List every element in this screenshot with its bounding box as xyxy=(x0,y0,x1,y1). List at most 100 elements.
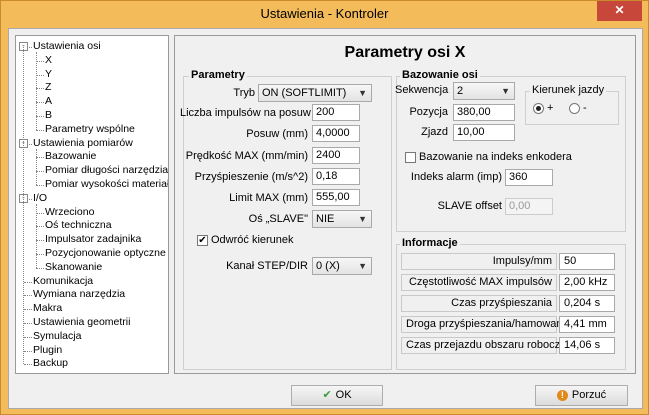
tree-connector xyxy=(24,364,32,366)
info-label: Czas przejazdu obszaru roboczego xyxy=(401,337,578,354)
kierunek-plus-label: + xyxy=(547,102,554,114)
predkosc-label: Prędkość MAX (mm/min) xyxy=(185,150,308,162)
tree-connector xyxy=(24,323,32,324)
zjazd-label: Zjazd xyxy=(421,126,448,138)
tree-connector xyxy=(36,60,44,62)
tree-item[interactable]: Backup xyxy=(33,357,68,370)
tree-item[interactable]: Pozycjonowanie optyczne xyxy=(45,247,166,260)
kanal-label: Kanał STEP/DIR xyxy=(226,260,308,272)
close-button[interactable]: ✕ xyxy=(597,1,642,21)
impulsy-field[interactable]: 200 xyxy=(312,104,360,121)
tree-connector xyxy=(24,336,32,338)
enkoder-checkbox[interactable] xyxy=(405,152,416,163)
tree-branch-line xyxy=(36,148,37,185)
tree-item[interactable]: Pomiar długości narzędzia xyxy=(45,164,168,177)
settings-tree[interactable]: Ustawienia osi - X Y Z A B Parametry wspólne Ust… xyxy=(15,35,169,374)
warning-icon: ! xyxy=(556,390,568,401)
info-value: 4,41 mm xyxy=(559,316,615,333)
tryb-select[interactable]: ON (SOFTLIMIT) ▼ xyxy=(258,84,372,102)
tree-connector xyxy=(36,240,44,242)
limit-field[interactable]: 555,00 xyxy=(312,189,360,206)
tree-connector xyxy=(24,295,32,297)
pozycja-field[interactable]: 380,00 xyxy=(453,104,515,121)
tree-connector xyxy=(36,226,44,228)
slave-offset-field[interactable]: 0,00 xyxy=(505,198,553,215)
kanal-value: 0 (X) xyxy=(316,260,340,272)
sekwencja-select[interactable]: 2 ▼ xyxy=(453,82,515,100)
enkoder-label: Bazowanie na indeks enkodera xyxy=(419,151,572,163)
kanal-select[interactable]: 0 (X) ▼ xyxy=(312,257,372,275)
ok-label: OK xyxy=(335,389,352,401)
tree-item[interactable]: Ustawienia osi xyxy=(33,40,101,53)
tree-item[interactable]: Komunikacja xyxy=(33,275,93,288)
informacje-group-label: Informacje xyxy=(400,237,460,249)
przyspieszenie-field[interactable]: 0,18 xyxy=(312,168,360,185)
info-value: 14,06 s xyxy=(559,337,615,354)
zjazd-field[interactable]: 10,00 xyxy=(453,124,515,141)
tree-item[interactable]: Wymiana narzędzia xyxy=(33,288,125,301)
impulsy-label: Liczba impulsów na posuw xyxy=(180,107,311,119)
chevron-down-icon: ▼ xyxy=(358,214,367,224)
odwroc-label: Odwróć kierunek xyxy=(211,234,294,246)
slave-value: NIE xyxy=(316,213,335,225)
window-title: Ustawienia - Kontroler xyxy=(260,6,389,21)
tree-item[interactable]: Oś techniczna xyxy=(45,219,112,232)
slave-offset-label: SLAVE offset xyxy=(437,200,502,212)
tree-item[interactable]: Skanowanie xyxy=(45,261,102,274)
info-label: Droga przyśpieszania/hamowania xyxy=(401,316,571,333)
predkosc-field[interactable]: 2400 xyxy=(312,147,360,164)
tree-connector xyxy=(36,171,44,173)
tree-connector xyxy=(36,116,44,117)
tree-item[interactable]: Impulsator zadajnika xyxy=(45,233,141,246)
info-label: Czas przyśpieszania xyxy=(401,295,557,312)
tree-item[interactable]: X xyxy=(45,54,52,67)
tree-item[interactable]: Parametry wspólne xyxy=(45,123,135,136)
tree-connector xyxy=(24,281,32,283)
info-label: Impulsy/mm xyxy=(401,253,557,270)
indeks-field[interactable]: 360 xyxy=(505,169,553,186)
tree-connector xyxy=(36,74,44,76)
bazowanie-group-label: Bazowanie osi xyxy=(400,69,480,81)
tree-connector xyxy=(36,212,44,214)
info-value: 0,204 s xyxy=(559,295,615,312)
tree-item[interactable]: Pomiar wysokości materiału xyxy=(45,178,168,191)
kierunek-plus-radio[interactable] xyxy=(533,103,544,114)
cancel-button[interactable]: ! Porzuć xyxy=(535,385,628,406)
odwroc-checkbox[interactable]: ✔ xyxy=(197,235,208,246)
settings-window: Ustawienia - Kontroler ✕ Ustawienia osi -… xyxy=(0,0,649,415)
sekwencja-label: Sekwencja xyxy=(395,84,449,96)
posuw-field[interactable]: 4,0000 xyxy=(312,125,360,142)
info-value: 50 xyxy=(559,253,615,270)
tree-connector xyxy=(36,129,44,131)
indeks-label: Indeks alarm (imp) xyxy=(410,171,502,183)
tree-connector xyxy=(36,157,44,159)
tree-item[interactable]: B xyxy=(45,109,52,122)
tree-item[interactable]: Ustawienia geometrii xyxy=(33,316,130,329)
tree-item[interactable]: Y xyxy=(45,68,52,81)
chevron-down-icon: ▼ xyxy=(358,261,367,271)
tree-branch-line xyxy=(36,52,37,130)
sekwencja-value: 2 xyxy=(457,85,464,97)
tree-connector xyxy=(36,267,44,269)
tree-item[interactable]: Bazowanie xyxy=(45,150,96,163)
slave-select[interactable]: NIE ▼ xyxy=(312,210,372,228)
ok-button[interactable]: ✔ OK xyxy=(291,385,383,406)
check-icon: ✔ xyxy=(322,389,332,401)
chevron-down-icon: ▼ xyxy=(358,88,367,98)
parametry-group-label: Parametry xyxy=(189,69,247,81)
tree-item[interactable]: Symulacja xyxy=(33,330,81,343)
tree-item[interactable]: A xyxy=(45,95,52,108)
tree-connector xyxy=(24,309,32,311)
tree-item[interactable]: Ustawienia pomiarów xyxy=(33,137,133,150)
kierunek-minus-radio[interactable] xyxy=(569,103,580,114)
tree-item[interactable]: Makra xyxy=(33,302,62,315)
tree-connector xyxy=(36,102,44,104)
tree-connector xyxy=(36,254,44,255)
kierunek-minus-label: - xyxy=(583,102,587,114)
tree-item[interactable]: Z xyxy=(45,81,51,94)
przyspieszenie-label: Przyśpieszenie (m/s^2) xyxy=(194,171,308,183)
tree-item[interactable]: Plugin xyxy=(33,344,62,357)
cancel-label: Porzuć xyxy=(571,389,607,401)
tree-root-line xyxy=(23,47,24,365)
tree-item[interactable]: Wrzeciono xyxy=(45,206,94,219)
